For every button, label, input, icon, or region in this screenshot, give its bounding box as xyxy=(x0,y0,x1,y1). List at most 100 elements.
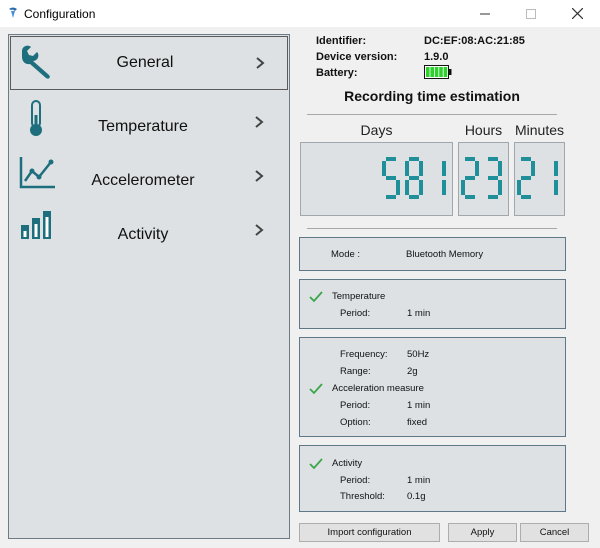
days-digits xyxy=(382,157,446,199)
nav-label-general: General xyxy=(116,54,174,71)
acceleration-period-value: 1 min xyxy=(407,400,431,411)
range-value: 2g xyxy=(407,366,418,377)
nav-label-temperature: Temperature xyxy=(98,118,188,135)
client-area: General Temperature Accelerometer Activi… xyxy=(0,27,600,548)
battery-label: Battery: xyxy=(316,67,358,79)
identifier-value: DC:EF:08:AC:21:85 xyxy=(424,35,525,47)
maximize-button[interactable] xyxy=(508,0,554,27)
range-label: Range: xyxy=(340,366,371,377)
lcd-segment xyxy=(405,161,409,176)
activity-check-icon xyxy=(309,458,323,470)
temperature-period-value: 1 min xyxy=(407,308,431,319)
lcd-segment xyxy=(386,176,396,180)
chevron-right-icon xyxy=(256,57,265,69)
recording-time-title: Recording time estimation xyxy=(344,88,520,104)
minimize-button[interactable] xyxy=(462,0,508,27)
lcd-segment xyxy=(419,180,423,195)
hours-header: Hours xyxy=(464,122,503,138)
lcd-segment xyxy=(396,180,400,195)
mode-panel[interactable]: Mode : Bluetooth Memory xyxy=(299,237,566,271)
activity-period-label: Period: xyxy=(340,475,371,486)
lcd-segment xyxy=(517,180,521,195)
nav-item-temperature[interactable]: Temperature xyxy=(9,93,289,147)
days-display xyxy=(300,142,453,216)
mode-label: Mode : xyxy=(331,249,361,260)
maximize-icon xyxy=(526,8,536,19)
nav-item-activity[interactable]: Activity xyxy=(9,201,289,255)
threshold-label: Threshold: xyxy=(340,491,385,502)
lcd-segment xyxy=(386,157,396,161)
option-label: Option: xyxy=(340,417,371,428)
acceleration-title: Acceleration measure xyxy=(332,383,424,394)
lcd-segment xyxy=(442,180,446,195)
title-bar: Configuration xyxy=(0,0,600,27)
lcd-segment xyxy=(488,176,498,180)
threshold-value: 0.1g xyxy=(407,491,426,502)
lcd-segment xyxy=(521,176,531,180)
lcd-segment xyxy=(409,176,419,180)
activity-panel[interactable]: Activity Period: 1 min Threshold: 0.1g xyxy=(299,445,566,512)
sidebar: General Temperature Accelerometer Activi… xyxy=(8,34,290,539)
minutes-display xyxy=(514,142,565,216)
frequency-label: Frequency: xyxy=(340,349,388,360)
hours-display xyxy=(458,142,509,216)
lcd-segment xyxy=(498,180,502,195)
nav-item-accelerometer[interactable]: Accelerometer xyxy=(9,147,289,201)
lcd-segment xyxy=(409,157,419,161)
lcd-segment xyxy=(488,157,498,161)
lcd-segment xyxy=(521,195,531,199)
lcd-segment xyxy=(409,195,419,199)
temperature-title: Temperature xyxy=(332,291,386,302)
cancel-button[interactable]: Cancel xyxy=(520,523,589,542)
nav-item-general[interactable]: General xyxy=(10,36,288,90)
lcd-segment xyxy=(461,180,465,195)
acceleration-period-label: Period: xyxy=(340,400,371,411)
hours-digits xyxy=(461,157,502,199)
close-icon xyxy=(571,8,583,19)
device-version-label: Device version: xyxy=(316,51,398,63)
window-title: Configuration xyxy=(24,7,96,21)
lcd-segment xyxy=(554,161,558,176)
lcd-segment xyxy=(488,195,498,199)
app-icon xyxy=(9,7,17,18)
lcd-segment xyxy=(498,161,502,176)
battery-fill xyxy=(426,67,448,77)
temperature-check-icon xyxy=(309,291,323,303)
battery-cell xyxy=(439,67,443,77)
activity-period-value: 1 min xyxy=(407,475,431,486)
divider-top xyxy=(307,114,557,115)
nav-label-activity: Activity xyxy=(117,226,169,243)
lcd-segment xyxy=(465,176,475,180)
temperature-period-label: Period: xyxy=(340,308,371,319)
frequency-value: 50Hz xyxy=(407,349,430,360)
minimize-icon xyxy=(480,13,490,14)
temperature-panel[interactable]: Temperature Period: 1 min xyxy=(299,279,566,329)
apply-button[interactable]: Apply xyxy=(448,523,517,542)
lcd-segment xyxy=(554,180,558,195)
acceleration-panel[interactable]: Frequency: 50Hz Range: 2g Acceleration m… xyxy=(299,337,566,437)
minutes-header: Minutes xyxy=(514,122,565,138)
lcd-segment xyxy=(442,161,446,176)
lcd-segment xyxy=(531,161,535,176)
import-configuration-button[interactable]: Import configuration xyxy=(299,523,440,542)
lcd-segment xyxy=(475,161,479,176)
lcd-segment xyxy=(465,157,475,161)
option-value: fixed xyxy=(407,417,428,428)
close-button[interactable] xyxy=(554,0,600,27)
chevron-right-icon xyxy=(255,116,264,128)
minutes-digits xyxy=(517,157,558,199)
lcd-segment xyxy=(405,180,409,195)
identifier-label: Identifier: xyxy=(316,35,367,47)
battery-cell xyxy=(434,67,439,77)
acceleration-check-icon xyxy=(309,383,323,395)
lcd-segment xyxy=(465,195,475,199)
lcd-segment xyxy=(386,195,396,199)
mode-value: Bluetooth Memory xyxy=(406,249,484,260)
divider-bottom xyxy=(307,228,557,229)
nav-label-accelerometer: Accelerometer xyxy=(91,172,195,189)
lcd-segment xyxy=(521,157,531,161)
chevron-right-icon xyxy=(255,224,264,236)
days-header: Days xyxy=(360,122,393,138)
chevron-right-icon xyxy=(255,170,264,182)
device-version-value: 1.9.0 xyxy=(424,51,449,63)
